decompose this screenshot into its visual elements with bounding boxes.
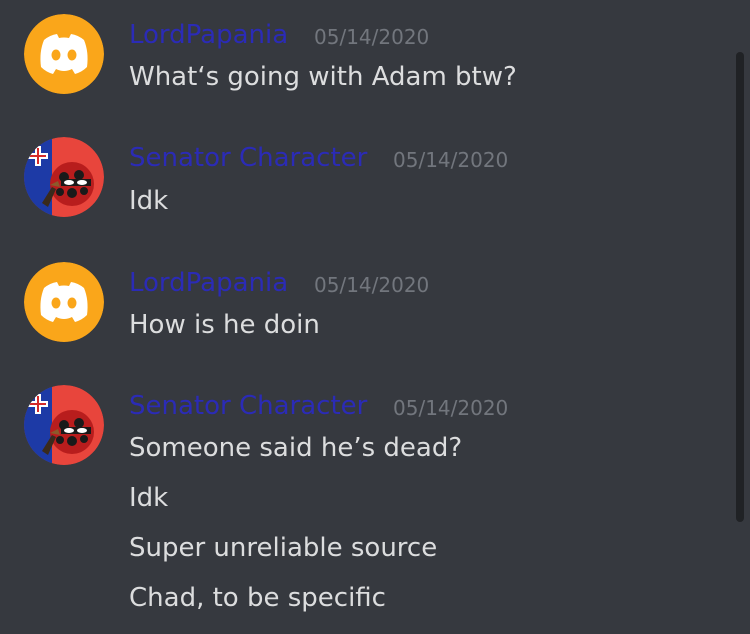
timestamp: 05/14/2020 [393,396,509,420]
countryball-icon [24,385,104,465]
message-text: Idk [129,186,169,216]
discord-logo-icon [24,262,104,342]
scrollbar-thumb[interactable] [736,52,744,522]
user-avatar[interactable] [24,262,104,342]
username[interactable]: LordPapania [129,267,288,299]
username[interactable]: Senator Character [129,142,367,174]
user-avatar[interactable] [24,137,104,217]
timestamp: 05/14/2020 [314,25,430,49]
username[interactable]: Senator Character [129,390,367,422]
message-text: How is he doin [129,310,320,340]
message-text: Super unreliable source [129,533,438,563]
timestamp: 05/14/2020 [314,273,430,297]
user-avatar[interactable] [24,14,104,94]
username[interactable]: LordPapania [129,19,288,51]
message-text: What‘s going with Adam btw? [129,62,517,92]
user-avatar[interactable] [24,385,104,465]
countryball-icon [24,137,104,217]
timestamp: 05/14/2020 [393,148,509,172]
discord-logo-icon [24,14,104,94]
message-text: Someone said he’s dead? [129,433,463,463]
message-text: Idk [129,483,169,513]
message-text: Chad, to be specific [129,583,386,613]
